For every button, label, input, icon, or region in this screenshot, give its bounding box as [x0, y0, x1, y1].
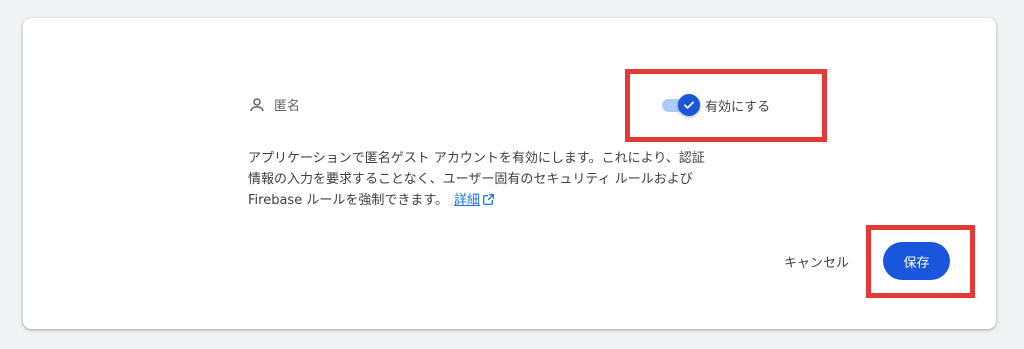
cancel-button[interactable]: キャンセル	[784, 252, 849, 271]
save-highlight-box	[866, 225, 975, 298]
provider-description: アプリケーションで匿名ゲスト アカウントを有効にします。これにより、認証 情報の…	[248, 148, 788, 213]
description-line-3: Firebase ルールを強制できます。 詳細	[248, 190, 788, 213]
open-in-new-icon	[482, 192, 495, 213]
learn-more-link[interactable]: 詳細	[454, 193, 495, 208]
description-line-1: アプリケーションで匿名ゲスト アカウントを有効にします。これにより、認証	[248, 151, 705, 166]
description-line-2: 情報の入力を要求することなく、ユーザー固有のセキュリティ ルールおよび	[248, 172, 693, 187]
provider-name: 匿名	[274, 99, 301, 114]
description-line-3-text: Firebase ルールを強制できます。	[248, 193, 449, 208]
toggle-highlight-box	[625, 69, 827, 142]
provider-header: 匿名	[248, 95, 300, 114]
person-icon	[248, 96, 266, 114]
learn-more-label: 詳細	[454, 193, 481, 208]
